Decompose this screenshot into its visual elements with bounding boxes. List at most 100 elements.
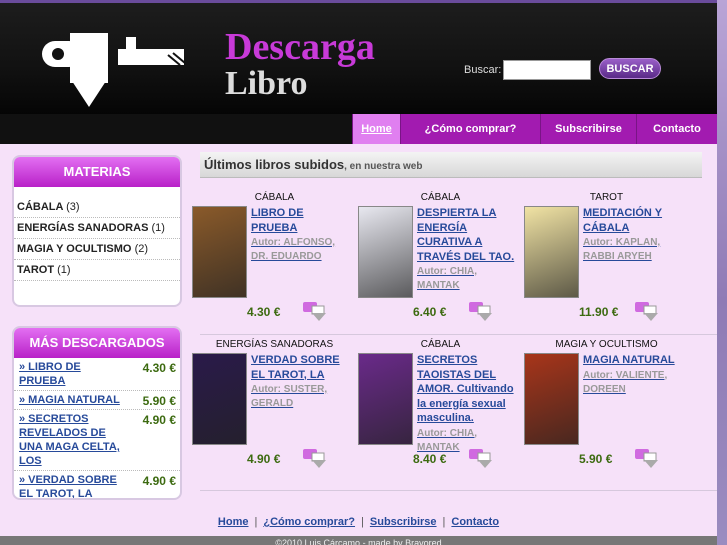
download-icon[interactable] — [634, 447, 662, 469]
download-icon[interactable] — [302, 447, 330, 469]
footer-link-subscribirse[interactable]: Subscribirse — [370, 516, 437, 528]
descargado-price: 5.90 € — [142, 394, 176, 408]
book-cover[interactable] — [192, 353, 247, 445]
materia-item[interactable]: ENERGÍAS SANADORAS (1) — [14, 218, 180, 239]
book-category: CÁBALA — [420, 339, 461, 350]
download-icon[interactable] — [302, 300, 330, 322]
book-cover[interactable] — [192, 206, 247, 298]
mas-descargados-title: MÁS DESCARGADOS — [14, 328, 180, 358]
book-price: 11.90 € — [579, 305, 619, 319]
descargado-title[interactable]: » VERDAD SOBRE EL TAROT, LA — [19, 473, 124, 498]
logo-icon[interactable] — [30, 23, 210, 113]
nav-como-comprar[interactable]: ¿Cómo comprar? — [400, 114, 540, 144]
main-nav: Home ¿Cómo comprar? Subscribirse Contact… — [0, 114, 717, 144]
book-title[interactable]: MAGIA NATURAL Autor: VALIENTE, DOREEN — [583, 353, 683, 397]
section-title-text: Últimos libros subidos — [204, 157, 345, 172]
book-category: MAGIA Y OCULTISMO — [555, 339, 658, 350]
book-card: ENERGÍAS SANADORAS VERDAD SOBRE EL TAROT,… — [192, 339, 357, 479]
nav-home[interactable]: Home — [352, 114, 400, 144]
divider — [200, 490, 717, 491]
book-category: CÁBALA — [254, 192, 295, 203]
book-author: Autor: SUSTER, GERALD — [251, 384, 328, 409]
book-title[interactable]: VERDAD SOBRE EL TAROT, LA Autor: SUSTER, … — [251, 353, 351, 411]
search-button[interactable]: BUSCAR — [599, 58, 661, 79]
book-cover[interactable] — [358, 206, 413, 298]
book-title[interactable]: SECRETOS TAOISTAS DEL AMOR. Cultivando l… — [417, 353, 517, 455]
book-author: Autor: ALFONSO, DR. EDUARDO — [251, 237, 336, 262]
download-icon[interactable] — [468, 300, 496, 322]
logo-title-line1[interactable]: Descarga — [225, 25, 375, 69]
nav-contacto[interactable]: Contacto — [636, 114, 717, 144]
book-title-text[interactable]: DESPIERTA LA ENERGÍA CURATIVA A TRAVÉS D… — [417, 207, 514, 263]
list-item[interactable]: » VERDAD SOBRE EL TAROT, LA 4.90 € — [14, 471, 180, 498]
book-cover[interactable] — [358, 353, 413, 445]
book-title-text[interactable]: MAGIA NATURAL — [583, 354, 675, 366]
footer-link-home[interactable]: Home — [218, 516, 249, 528]
content-area: MATERIAS CÁBALA (3) ENERGÍAS SANADORAS (… — [0, 144, 717, 512]
list-item[interactable]: » LIBRO DE PRUEBA 4.30 € — [14, 358, 180, 391]
descargado-price: 4.90 € — [142, 474, 176, 488]
materia-item[interactable]: CÁBALA (3) — [14, 197, 180, 218]
descargado-title[interactable]: » LIBRO DE PRUEBA — [19, 360, 124, 388]
footer-link-contacto[interactable]: Contacto — [451, 516, 499, 528]
materia-name[interactable]: TAROT — [17, 264, 54, 276]
descargado-title[interactable]: » SECRETOS REVELADOS DE UNA MAGA CELTA, … — [19, 412, 124, 468]
book-title-text[interactable]: MEDITACIÓN Y CÁBALA — [583, 207, 662, 234]
book-category: ENERGÍAS SANADORAS — [215, 339, 334, 350]
book-title[interactable]: MEDITACIÓN Y CÁBALA Autor: KAPLAN, RABBI … — [583, 206, 683, 264]
materia-name[interactable]: CÁBALA — [17, 201, 63, 213]
site-header: Descarga Libro Buscar: BUSCAR — [0, 0, 717, 114]
list-item[interactable]: » SECRETOS REVELADOS DE UNA MAGA CELTA, … — [14, 410, 180, 471]
book-price: 6.40 € — [413, 305, 447, 319]
footer-link-como-comprar[interactable]: ¿Cómo comprar? — [263, 516, 355, 528]
book-author: Autor: KAPLAN, RABBI ARYEH — [583, 237, 661, 262]
footer-separator: | — [442, 516, 446, 528]
nav-subscribirse[interactable]: Subscribirse — [540, 114, 636, 144]
book-category: CÁBALA — [420, 192, 461, 203]
footer-separator: | — [361, 516, 364, 528]
book-card: MAGIA Y OCULTISMO MAGIA NATURAL Autor: VAL… — [524, 339, 689, 479]
copyright: ©2010 Luis Cárcamo - made by Bravored — [0, 536, 717, 545]
book-author: Autor: VALIENTE, DOREEN — [583, 369, 668, 395]
footer-separator: | — [254, 516, 258, 528]
list-item[interactable]: » MAGIA NATURAL 5.90 € — [14, 391, 180, 410]
book-card: CÁBALA LIBRO DE PRUEBA Autor: ALFONSO, DR.… — [192, 192, 357, 332]
search-input[interactable] — [503, 60, 591, 80]
descargado-price: 4.90 € — [142, 413, 176, 427]
book-author: Autor: CHIA, MANTAK — [417, 266, 477, 291]
materia-count: (1) — [57, 264, 71, 276]
book-cover[interactable] — [524, 206, 579, 298]
book-category: TAROT — [589, 192, 624, 203]
section-title-suffix: , en nuestra web — [344, 161, 423, 172]
book-card: TAROT MEDITACIÓN Y CÁBALA Autor: KAPLAN, R… — [524, 192, 689, 332]
book-title-text[interactable]: SECRETOS TAOISTAS DEL AMOR. Cultivando l… — [417, 354, 514, 424]
materia-name[interactable]: MAGIA Y OCULTISMO — [17, 243, 132, 255]
materia-count: (2) — [134, 243, 149, 255]
divider — [200, 334, 717, 335]
section-heading: Últimos libros subidos, en nuestra web — [200, 152, 702, 178]
book-card: CÁBALA DESPIERTA LA ENERGÍA CURATIVA A TR… — [358, 192, 523, 332]
book-price: 4.90 € — [247, 452, 281, 466]
book-author: Autor: CHIA, MANTAK — [417, 427, 477, 453]
book-price: 8.40 € — [413, 452, 447, 466]
download-icon[interactable] — [468, 447, 496, 469]
descargado-price: 4.30 € — [142, 361, 176, 375]
book-title[interactable]: LIBRO DE PRUEBA Autor: ALFONSO, DR. EDUAR… — [251, 206, 351, 264]
book-card: CÁBALA SECRETOS TAOISTAS DEL AMOR. Cultiv… — [358, 339, 523, 479]
materia-item[interactable]: TAROT (1) — [14, 260, 180, 281]
materia-item[interactable]: MAGIA Y OCULTISMO (2) — [14, 239, 180, 260]
logo-title-line2[interactable]: Libro — [225, 65, 308, 103]
materia-count: (3) — [66, 201, 80, 213]
materia-count: (1) — [151, 222, 165, 234]
site-footer: Home | ¿Cómo comprar? | Subscribirse | Contact… — [0, 512, 717, 536]
book-cover[interactable] — [524, 353, 579, 445]
book-price: 5.90 € — [579, 452, 613, 466]
materia-name[interactable]: ENERGÍAS SANADORAS — [17, 222, 148, 234]
descargado-title[interactable]: » MAGIA NATURAL — [19, 393, 124, 407]
book-title-text[interactable]: VERDAD SOBRE EL TAROT, LA — [251, 354, 340, 381]
book-title-text[interactable]: LIBRO DE PRUEBA — [251, 207, 304, 234]
download-icon[interactable] — [634, 300, 662, 322]
book-title[interactable]: DESPIERTA LA ENERGÍA CURATIVA A TRAVÉS D… — [417, 206, 517, 293]
mas-descargados-box: MÁS DESCARGADOS » LIBRO DE PRUEBA 4.30 € … — [12, 326, 182, 500]
materias-title: MATERIAS — [14, 157, 180, 187]
